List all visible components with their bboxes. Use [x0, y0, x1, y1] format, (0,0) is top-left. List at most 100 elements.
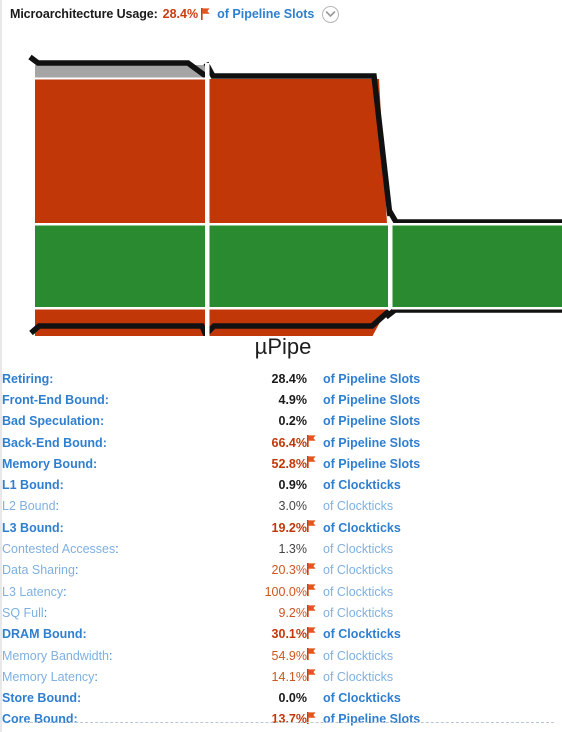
metric-value: 0.9% — [278, 478, 308, 493]
metrics-body: Retiring: 28.4% of Pipeline Slots Front-End… — [2, 368, 562, 730]
metric-label: Memory Bandwidth: — [2, 648, 113, 663]
metric-row[interactable]: L1 Bound: 0.9% of Clockticks — [2, 474, 562, 495]
metric-value: 30.1% — [271, 627, 307, 642]
chart-retiring-band-col1 — [35, 225, 205, 307]
flag-icon-placeholder — [307, 687, 323, 708]
flag-icon[interactable] — [307, 645, 323, 666]
metric-label: SQ Full: — [2, 605, 48, 620]
metric-row[interactable]: Memory Bandwidth: 54.9% of Clockticks — [2, 645, 562, 666]
metric-unit: of Clockticks — [323, 605, 394, 620]
metric-unit: of Clockticks — [323, 563, 394, 578]
metric-label: Retiring: — [2, 371, 54, 386]
metric-unit: of Clockticks — [323, 691, 401, 706]
metric-value: 1.3% — [278, 542, 308, 557]
flag-icon — [201, 8, 210, 20]
metric-row[interactable]: Retiring: 28.4% of Pipeline Slots — [2, 368, 562, 389]
chart-band-sep-mid — [35, 223, 388, 226]
metric-unit: of Clockticks — [323, 499, 394, 514]
metric-row[interactable]: Memory Latency: 14.1% of Clockticks — [2, 666, 562, 687]
metric-row[interactable]: Memory Bound: 52.8% of Pipeline Slots — [2, 453, 562, 474]
metric-value: 20.3% — [271, 563, 307, 578]
flag-icon-placeholder — [307, 496, 323, 517]
metric-row[interactable]: DRAM Bound: 30.1% of Clockticks — [2, 624, 562, 645]
page-title: Microarchitecture Usage: — [10, 7, 158, 21]
metric-label: Store Bound: — [2, 691, 82, 706]
metric-row[interactable]: L3 Latency: 100.0% of Clockticks — [2, 581, 562, 602]
metric-unit: of Clockticks — [323, 542, 394, 557]
metric-unit: of Clockticks — [323, 627, 401, 642]
metric-label: Core Bound: — [2, 712, 78, 727]
metric-value: 14.1% — [271, 669, 307, 684]
flag-icon-placeholder — [307, 538, 323, 559]
metric-label: Front-End Bound: — [2, 392, 109, 407]
metric-row[interactable]: Store Bound: 0.0% of Clockticks — [2, 687, 562, 708]
metric-value: 0.0% — [278, 691, 308, 706]
metric-row[interactable]: Contested Accesses: 1.3% of Clockticks — [2, 538, 562, 559]
flag-icon[interactable] — [307, 517, 323, 538]
header-value: 28.4% — [162, 7, 199, 21]
metric-value: 66.4% — [271, 435, 307, 450]
metric-row[interactable]: Front-End Bound: 4.9% of Pipeline Slots — [2, 389, 562, 410]
metric-row[interactable]: L3 Bound: 19.2% of Clockticks — [2, 517, 562, 538]
chart-col-sep-2 — [388, 222, 393, 308]
flag-icon[interactable] — [307, 602, 323, 623]
bottom-divider — [20, 722, 554, 723]
metric-unit: of Pipeline Slots — [323, 392, 421, 407]
metric-row[interactable]: L2 Bound: 3.0% of Clockticks — [2, 496, 562, 517]
metric-label: Memory Latency: — [2, 669, 98, 684]
chart-other-band-col1 — [35, 65, 205, 78]
metric-value: 13.7% — [271, 712, 307, 727]
flag-icon-placeholder — [307, 474, 323, 495]
metric-value: 28.4% — [271, 371, 307, 386]
chevron-down-icon[interactable] — [322, 5, 340, 23]
metric-label: Back-End Bound: — [2, 435, 107, 450]
chart-badspec-band-col1 — [35, 309, 205, 336]
microarchitecture-usage-panel: Microarchitecture Usage: 28.4% of Pipeli… — [0, 0, 562, 732]
metric-label: Contested Accesses: — [2, 542, 119, 557]
flag-icon[interactable] — [307, 709, 323, 730]
metric-unit: of Pipeline Slots — [323, 712, 421, 727]
flag-icon-placeholder — [307, 368, 323, 389]
chart-backend-band-col2 — [209, 79, 387, 223]
metric-unit: of Clockticks — [323, 584, 394, 599]
pipe-title: µPipe — [254, 334, 312, 359]
metric-value: 4.9% — [278, 392, 308, 407]
metric-row[interactable]: Back-End Bound: 66.4% of Pipeline Slots — [2, 432, 562, 453]
chart-outline-bottom-col3 — [384, 307, 562, 320]
metric-label: L3 Latency: — [2, 584, 67, 599]
metric-row[interactable]: Bad Speculation: 0.2% of Pipeline Slots — [2, 411, 562, 432]
metric-unit: of Pipeline Slots — [323, 456, 421, 471]
metric-unit: of Pipeline Slots — [323, 414, 421, 429]
flag-icon[interactable] — [307, 624, 323, 645]
panel-header: Microarchitecture Usage: 28.4% of Pipeli… — [2, 0, 562, 28]
metric-label: L3 Bound: — [2, 520, 64, 535]
metric-value: 19.2% — [271, 520, 307, 535]
metric-row[interactable]: Data Sharing: 20.3% of Clockticks — [2, 560, 562, 581]
metric-label: Memory Bound: — [2, 456, 98, 471]
flag-icon-placeholder — [307, 411, 323, 432]
metric-row[interactable]: Core Bound: 13.7% of Pipeline Slots — [2, 709, 562, 730]
flag-icon[interactable] — [307, 432, 323, 453]
chart-retiring-band-col3 — [392, 225, 562, 307]
metric-unit: of Clockticks — [323, 669, 394, 684]
pipeline-slots-chart — [2, 26, 562, 336]
flag-icon[interactable] — [307, 666, 323, 687]
metric-value: 54.9% — [271, 648, 307, 663]
chart-band-sep-low — [35, 307, 388, 310]
header-unit: of Pipeline Slots — [217, 7, 315, 21]
flag-icon-placeholder — [307, 389, 323, 410]
flag-icon[interactable] — [307, 560, 323, 581]
chart-band-sep-top-col1 — [35, 77, 205, 80]
metric-unit: of Clockticks — [323, 520, 401, 535]
chart-svg — [28, 54, 562, 336]
metric-unit: of Pipeline Slots — [323, 371, 421, 386]
metric-row[interactable]: SQ Full: 9.2% of Clockticks — [2, 602, 562, 623]
chart-outline-top-col3 — [386, 208, 562, 225]
metric-value: 3.0% — [278, 499, 308, 514]
flag-icon[interactable] — [307, 453, 323, 474]
chart-retiring-band-col2 — [209, 225, 388, 307]
chart-badspec-band-col2 — [209, 309, 387, 336]
metric-value: 9.2% — [278, 605, 308, 620]
flag-icon[interactable] — [307, 581, 323, 602]
chart-backend-band-col1 — [35, 79, 205, 223]
